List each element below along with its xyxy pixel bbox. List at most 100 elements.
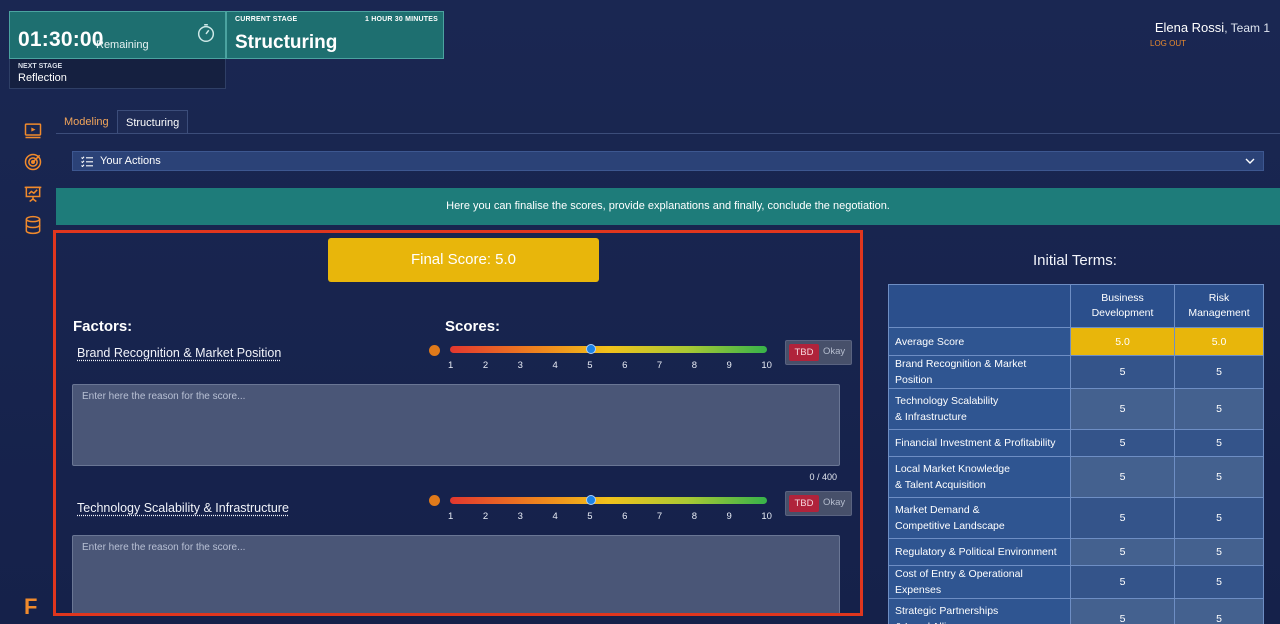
cell-value: 5	[1070, 355, 1175, 389]
tab-divider	[56, 133, 1280, 134]
next-stage-caption: NEXT STAGE	[18, 63, 63, 70]
okay-option[interactable]: Okay	[823, 346, 845, 357]
factors-heading: Factors:	[73, 318, 133, 335]
tbd-option[interactable]: TBD	[789, 344, 819, 361]
next-stage-name: Reflection	[18, 72, 67, 84]
cell-value: 5	[1174, 497, 1264, 539]
table-row: Average Score 5.0 5.0	[888, 327, 1264, 356]
tick-label: 8	[691, 511, 697, 522]
column-header: Business Development	[1070, 284, 1175, 328]
tbd-option[interactable]: TBD	[789, 495, 819, 512]
cell-value: 5	[1174, 538, 1264, 566]
tick-label: 4	[552, 511, 558, 522]
table-row: Technology Scalability & Infrastructure 5…	[888, 388, 1264, 430]
your-actions-label: Your Actions	[100, 155, 161, 167]
info-banner: Here you can finalise the scores, provid…	[56, 188, 1280, 225]
tick-label: 7	[656, 511, 663, 522]
tick-label: 7	[656, 360, 663, 371]
reason-textarea[interactable]	[72, 384, 840, 466]
user-info: Elena Rossi, Team 1	[1155, 20, 1270, 35]
initial-terms-title: Initial Terms:	[1033, 252, 1117, 269]
score-slider[interactable]	[450, 346, 767, 353]
cell-value: 5	[1070, 565, 1175, 599]
your-actions-dropdown[interactable]: Your Actions	[72, 151, 1264, 171]
slider-thumb[interactable]	[585, 495, 596, 505]
initial-terms-table: Business Development Risk Management Ave…	[888, 284, 1264, 624]
cell-value: 5	[1174, 456, 1264, 498]
score-scale: 1 2 3 4 5 6 7 8 9 10	[448, 360, 772, 372]
slider-thumb[interactable]	[585, 344, 596, 354]
cell-value: 5	[1174, 388, 1264, 430]
cell-value: 5	[1174, 565, 1264, 599]
tick-label: 5	[587, 511, 593, 522]
database-icon[interactable]	[23, 215, 43, 235]
table-corner	[888, 284, 1071, 328]
tick-label: 4	[552, 360, 558, 371]
table-row: Regulatory & Political Environment 5 5	[888, 538, 1264, 566]
okay-option[interactable]: Okay	[823, 497, 845, 508]
factor-name: Technology Scalability & Infrastructure	[77, 501, 289, 515]
column-header: Risk Management	[1174, 284, 1264, 328]
scoring-panel: Final Score: 5.0 Factors: Scores: Brand …	[53, 230, 863, 616]
cell-value: 5	[1070, 538, 1175, 566]
current-stage-name: Structuring	[235, 32, 338, 53]
row-label: Technology Scalability & Infrastructure	[888, 388, 1071, 430]
hint-icon[interactable]	[429, 345, 440, 356]
timer-value: 01:30:00	[18, 28, 104, 51]
row-label: Regulatory & Political Environment	[888, 538, 1071, 566]
table-row: Brand Recognition & Market Position 5 5	[888, 355, 1264, 389]
current-stage-panel: CURRENT STAGE 1 HOUR 30 MINUTES Structur…	[226, 11, 444, 59]
cell-value: 5	[1070, 456, 1175, 498]
cell-value: 5	[1070, 429, 1175, 457]
user-name: Elena Rossi	[1154, 20, 1225, 35]
current-stage-caption: CURRENT STAGE	[235, 16, 298, 23]
final-score-button[interactable]: Final Score: 5.0	[328, 238, 599, 282]
tick-label: 10	[761, 360, 772, 371]
score-slider[interactable]	[450, 497, 767, 504]
cell-value: 5	[1070, 598, 1175, 624]
tick-label: 9	[726, 511, 732, 522]
tick-label: 5	[587, 360, 593, 371]
scores-heading: Scores:	[445, 318, 501, 335]
tick-label: 10	[761, 511, 772, 522]
chevron-down-icon	[1245, 158, 1255, 164]
tick-label: 6	[622, 360, 628, 371]
logout-link[interactable]: LOG OUT	[1150, 39, 1186, 48]
tbd-okay-toggle[interactable]: TBD Okay	[785, 340, 852, 365]
tick-label: 1	[448, 360, 454, 371]
target-icon[interactable]	[23, 152, 43, 172]
tbd-okay-toggle[interactable]: TBD Okay	[785, 491, 852, 516]
tab-modeling[interactable]: Modeling	[56, 110, 117, 134]
next-stage-panel: NEXT STAGE Reflection	[9, 59, 226, 89]
row-label: Market Demand & Competitive Landscape	[888, 497, 1071, 539]
hint-icon[interactable]	[429, 495, 440, 506]
tick-label: 6	[622, 511, 628, 522]
row-label: Average Score	[888, 327, 1071, 356]
table-row: Strategic Partnerships& Local Alliances …	[888, 598, 1264, 624]
cell-value: 5.0	[1174, 327, 1264, 356]
tick-label: 1	[448, 511, 454, 522]
video-icon[interactable]	[23, 120, 43, 140]
row-label: Financial Investment & Profitability	[888, 429, 1071, 457]
cell-value: 5	[1070, 497, 1175, 539]
row-label: Cost of Entry & Operational Expenses	[888, 565, 1071, 599]
factor-name: Brand Recognition & Market Position	[77, 346, 282, 360]
timer-remaining-label: Remaining	[96, 39, 149, 51]
tab-structuring[interactable]: Structuring	[117, 110, 189, 134]
tick-label: 3	[517, 511, 523, 522]
table-row: Financial Investment & Profitability 5 5	[888, 429, 1264, 457]
table-row: Cost of Entry & Operational Expenses 5 5	[888, 565, 1264, 599]
brand-logo: F	[24, 594, 38, 619]
table-row: Local Market Knowledge & Talent Acquisiti…	[888, 456, 1264, 498]
presentation-icon[interactable]	[23, 184, 43, 204]
tick-label: 2	[482, 511, 489, 522]
reason-textarea[interactable]	[72, 535, 840, 613]
char-counter: 0 / 400	[809, 472, 837, 482]
cell-value: 5	[1174, 355, 1264, 389]
table-row: Market Demand & Competitive Landscape 5 5	[888, 497, 1264, 539]
current-stage-duration: 1 HOUR 30 MINUTES	[364, 16, 438, 23]
score-scale: 1 2 3 4 5 6 7 8 9 10	[448, 511, 772, 523]
row-label: Brand Recognition & Market Position	[888, 355, 1071, 389]
tick-label: 8	[691, 360, 697, 371]
stopwatch-icon	[197, 24, 215, 42]
